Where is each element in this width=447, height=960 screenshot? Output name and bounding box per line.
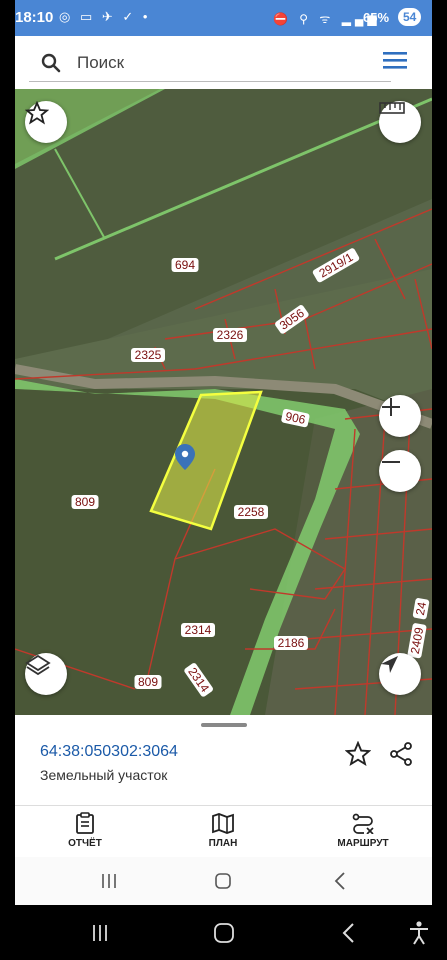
parcel-label: 694 xyxy=(171,258,199,272)
parcel-label: 2314 xyxy=(181,623,215,637)
ruler-icon xyxy=(379,102,405,114)
tab-plan[interactable]: ПЛАН xyxy=(168,812,278,856)
system-nav-bar xyxy=(15,857,432,905)
search-field xyxy=(29,46,391,82)
signal-percent: 65% xyxy=(363,10,390,25)
parcel-label: 2186 xyxy=(274,636,308,650)
parcel-label-text: 2325 xyxy=(135,348,162,362)
parcel-label-text: 2186 xyxy=(278,636,305,650)
tab-report[interactable]: ОТЧЁТ xyxy=(30,812,140,856)
share-icon[interactable] xyxy=(388,741,414,767)
home-icon[interactable] xyxy=(209,869,237,893)
device-home-icon[interactable] xyxy=(210,921,238,945)
phone-screen: 18:10 ◎ ▭ ✈ ✓ • ⛔ ⚲ ᯤ ▂▄▆ 65% 54 Поиск 6… xyxy=(15,0,432,905)
favorite-star-icon[interactable] xyxy=(345,741,371,767)
device-back-icon[interactable] xyxy=(336,921,364,945)
cadastral-number: 64:38:050302:3064 xyxy=(40,743,178,760)
recent-apps-icon[interactable] xyxy=(95,869,123,893)
status-time: 18:10 xyxy=(15,9,54,26)
parcel-label: 809 xyxy=(134,675,162,689)
ruler-button[interactable] xyxy=(379,101,421,143)
battery-indicator: 54 xyxy=(398,8,422,26)
back-icon[interactable] xyxy=(327,869,355,893)
bottom-tab-bar: ОТЧЁТ ПЛАН МАРШРУТ xyxy=(15,805,432,857)
parcel-label-text: 694 xyxy=(175,258,195,272)
status-bar: 18:10 ◎ ▭ ✈ ✓ • ⛔ ⚲ ᯤ ▂▄▆ 65% 54 xyxy=(15,0,432,36)
sheet-drag-handle[interactable] xyxy=(201,723,247,727)
parcel-label-text: 2314 xyxy=(185,623,212,637)
device-nav-bar xyxy=(0,905,447,960)
navigation-arrow-icon xyxy=(381,656,398,673)
clipboard-icon xyxy=(76,812,94,834)
parcel-label: 809 xyxy=(71,495,99,509)
tab-report-label: ОТЧЁТ xyxy=(68,838,102,849)
zoom-out-button[interactable] xyxy=(379,450,421,492)
map-canvas: 694 2919/12326305623259068092258231421868… xyxy=(15,89,432,715)
parcel-label-text: 809 xyxy=(138,675,158,689)
accessibility-icon[interactable] xyxy=(406,920,432,946)
parcel-label: 2326 xyxy=(213,328,247,342)
layers-icon xyxy=(25,654,51,676)
notification-icons: ◎ ▭ ✈ ✓ • xyxy=(59,9,151,24)
search-input[interactable] xyxy=(77,50,377,76)
route-icon xyxy=(352,813,374,834)
parcel-label: 2325 xyxy=(131,348,165,362)
device-recent-apps-icon[interactable] xyxy=(86,921,114,945)
map-view[interactable]: 694 2919/1 2326 3056 2325 906 809 2258 2314 2186 8… xyxy=(15,89,432,715)
parcel-label-text: 24 xyxy=(413,601,429,617)
search-icon xyxy=(41,53,61,73)
plus-icon xyxy=(382,398,400,416)
search-bar xyxy=(15,36,432,89)
parcel-label: 2258 xyxy=(234,505,268,519)
star-outline-icon xyxy=(25,101,49,125)
hamburger-menu-icon[interactable] xyxy=(382,49,408,71)
tab-route-label: МАРШРУТ xyxy=(337,838,389,849)
tab-route[interactable]: МАРШРУТ xyxy=(308,812,418,856)
map-icon xyxy=(212,813,234,834)
tab-plan-label: ПЛАН xyxy=(208,838,238,849)
parcel-label-text: 809 xyxy=(75,495,95,509)
parcel-label-text: 2326 xyxy=(217,328,244,342)
minus-icon xyxy=(382,461,400,463)
parcel-info-sheet[interactable]: 64:38:050302:3064 Земельный участок xyxy=(15,715,432,805)
favorites-map-button[interactable] xyxy=(25,101,67,143)
parcel-type: Земельный участок xyxy=(40,767,168,783)
parcel-label-text: 2258 xyxy=(238,505,265,519)
zoom-in-button[interactable] xyxy=(379,395,421,437)
my-location-button[interactable] xyxy=(379,653,421,695)
layers-button[interactable] xyxy=(25,653,67,695)
